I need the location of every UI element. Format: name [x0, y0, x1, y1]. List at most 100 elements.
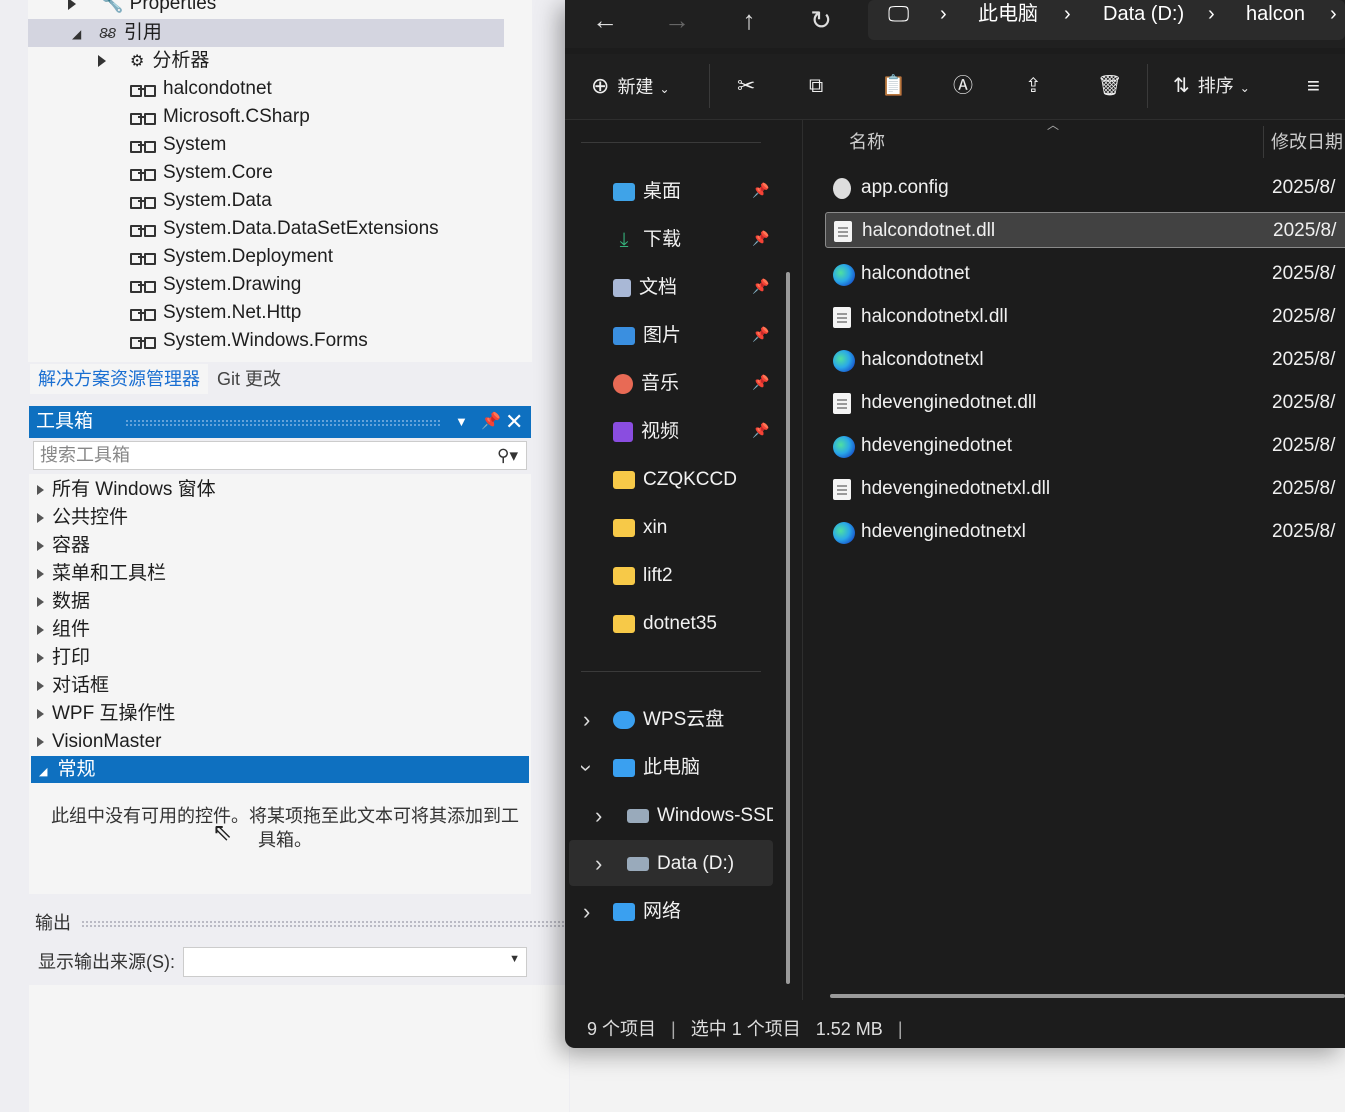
file-row[interactable]: hdevenginedotnet.dll 2025/8/ [825, 385, 1345, 421]
search-icon[interactable]: ⚲▾ [497, 442, 518, 469]
toolbox-category-selected[interactable]: ◢ 常规 [31, 756, 529, 783]
command-bar: ⊕ 新建 ⌄ ✂ ⧉ 📋 Ⓐ ⇪ 🗑 ⇅ 排序 ⌄ ≡ [565, 54, 1345, 120]
share-icon[interactable]: ⇪ [1025, 68, 1042, 104]
file-row[interactable]: hdevenginedotnetxl 2025/8/ [825, 514, 1345, 550]
tree-item-reference[interactable]: System.Data.DataSetExtensions [130, 215, 439, 243]
expand-arrow-icon[interactable] [68, 0, 76, 10]
toolbox-category[interactable]: 数据 [37, 588, 90, 616]
file-row[interactable]: halcondotnet 2025/8/ [825, 256, 1345, 292]
sidebar-item-documents[interactable]: 文档 [613, 270, 677, 306]
pin-icon[interactable]: 📌 [752, 182, 769, 199]
toolbox-category[interactable]: 打印 [37, 644, 90, 672]
toolbox-search-input[interactable]: 搜索工具箱 ⚲▾ [33, 441, 527, 470]
pin-icon[interactable]: 📌 [752, 278, 769, 295]
sidebar-item-pictures[interactable]: 图片 [613, 318, 681, 354]
tree-item-reference[interactable]: System.Deployment [130, 243, 333, 271]
new-button[interactable]: ⊕ 新建 ⌄ [591, 68, 670, 104]
analyzer-icon: ⚙ [130, 53, 145, 70]
delete-icon[interactable]: 🗑 [1097, 68, 1122, 104]
tree-item-analyzers[interactable]: ⚙ 分析器 [98, 47, 209, 75]
close-icon[interactable]: ✕ [505, 406, 523, 438]
refresh-icon[interactable]: ↻ [801, 0, 841, 40]
pin-icon[interactable]: 📌 [752, 230, 769, 247]
tree-item-reference[interactable]: System.Core [130, 159, 273, 187]
navigation-pane-scrollbar[interactable] [786, 272, 790, 984]
assembly-reference-icon [130, 111, 156, 125]
chevron-right-icon[interactable]: › [583, 894, 590, 930]
rename-icon[interactable]: Ⓐ [953, 68, 973, 104]
solution-explorer-tree: 🔧 Properties ◢ 8̶8 引用 ⚙ 分析器 halcondotnet Mic… [28, 0, 532, 362]
breadcrumb[interactable]: Data (D:) [1103, 0, 1184, 28]
file-row[interactable]: hdevenginedotnetxl.dll 2025/8/ [825, 471, 1345, 507]
sidebar-item-folder[interactable]: lift2 [613, 558, 673, 594]
file-row[interactable]: hdevenginedotnet 2025/8/ [825, 428, 1345, 464]
breadcrumb[interactable]: 此电脑 [978, 0, 1038, 28]
collapse-arrow-icon[interactable]: ◢ [72, 27, 81, 41]
tree-item-properties[interactable]: 🔧 Properties [68, 0, 216, 18]
folder-icon [613, 470, 635, 489]
column-header-modified[interactable]: 修改日期 [1271, 128, 1343, 154]
expand-arrow-icon[interactable] [98, 54, 106, 67]
output-source-select[interactable]: ▼ [183, 947, 527, 977]
file-row[interactable]: app.config 2025/8/ [825, 170, 1345, 206]
sidebar-item-windows-ssd[interactable]: Windows-SSD [627, 798, 773, 834]
file-list-scrollbar[interactable] [830, 994, 1345, 998]
sidebar-item-network[interactable]: 网络 [613, 894, 681, 930]
sidebar-item-folder[interactable]: dotnet35 [613, 606, 717, 642]
tree-item-reference[interactable]: System.Net.Http [130, 299, 301, 327]
column-header-name[interactable]: 名称 [849, 128, 885, 154]
tree-item-reference[interactable]: Microsoft.CSharp [130, 103, 310, 131]
sidebar-item-desktop[interactable]: 桌面 [613, 174, 681, 210]
pin-icon[interactable]: 📌 [481, 406, 501, 438]
tree-item-references[interactable]: ◢ 8̶8 引用 [28, 19, 504, 47]
file-row[interactable]: halcondotnetxl 2025/8/ [825, 342, 1345, 378]
chevron-down-icon[interactable]: › [569, 764, 605, 771]
back-icon[interactable]: ← [585, 0, 625, 40]
sidebar-item-this-pc[interactable]: 此电脑 [613, 750, 700, 786]
toolbox-category[interactable]: 容器 [37, 532, 90, 560]
sidebar-item-folder[interactable]: CZQKCCD [613, 462, 737, 498]
sidebar-item-downloads[interactable]: ⤓ 下载 [613, 222, 681, 258]
tree-item-reference[interactable]: System.Drawing [130, 271, 301, 299]
tree-item-reference[interactable]: halcondotnet [130, 75, 272, 103]
toolbox-category[interactable]: 组件 [37, 616, 90, 644]
view-menu-icon[interactable]: ≡ [1307, 68, 1320, 104]
file-row[interactable]: halcondotnetxl.dll 2025/8/ [825, 299, 1345, 335]
pin-icon[interactable]: 📌 [752, 326, 769, 343]
toolbox-category[interactable]: WPF 互操作性 [37, 700, 176, 728]
copy-icon[interactable]: ⧉ [809, 68, 823, 104]
paste-icon[interactable]: 📋 [881, 68, 906, 104]
chevron-right-icon[interactable]: › [583, 702, 590, 738]
toolbox-category[interactable]: 所有 Windows 窗体 [37, 476, 216, 504]
toolbox-category[interactable]: VisionMaster [37, 728, 161, 756]
forward-icon[interactable]: → [657, 0, 697, 40]
sidebar-item-folder[interactable]: xin [613, 510, 667, 546]
address-bar[interactable]: 🖵 › 此电脑 › Data (D:) › halcon › [868, 0, 1345, 40]
toolbox-category[interactable]: 菜单和工具栏 [37, 560, 166, 588]
toolbox-category[interactable]: 公共控件 [37, 504, 128, 532]
tree-item-reference[interactable]: System [130, 131, 226, 159]
chevron-right-icon[interactable]: › [595, 846, 602, 882]
dropdown-arrow-icon[interactable]: ▼ [455, 406, 468, 438]
up-icon[interactable]: ↑ [729, 0, 769, 40]
toolbox-category[interactable]: 对话框 [37, 672, 109, 700]
sidebar-item-music[interactable]: 音乐 [613, 366, 679, 402]
pin-icon[interactable]: 📌 [752, 422, 769, 439]
tab-solution-explorer[interactable]: 解决方案资源管理器 [30, 364, 208, 394]
tree-item-reference[interactable]: System.Data [130, 187, 272, 215]
sidebar-item-wps-cloud[interactable]: WPS云盘 [613, 702, 724, 738]
output-header: 输出 [29, 908, 569, 938]
file-row-selected[interactable]: halcondotnet.dll 2025/8/ [825, 212, 1345, 248]
toolbox-body: 所有 Windows 窗体 公共控件 容器 菜单和工具栏 数据 组件 打印 对话… [29, 474, 531, 894]
column-divider[interactable] [1263, 126, 1264, 158]
cut-icon[interactable]: ✂ [737, 68, 755, 104]
sidebar-item-data-drive[interactable]: Data (D:) [627, 846, 734, 882]
sidebar-item-videos[interactable]: 视频 [613, 414, 679, 450]
tree-item-reference[interactable]: System.Windows.Forms [130, 327, 368, 355]
chevron-right-icon[interactable]: › [595, 798, 602, 834]
sort-button[interactable]: ⇅ 排序 ⌄ [1173, 68, 1250, 104]
breadcrumb[interactable]: halcon [1246, 0, 1305, 28]
pin-icon[interactable]: 📌 [752, 374, 769, 391]
header-grip [125, 419, 441, 426]
tab-git-changes[interactable]: Git 更改 [209, 364, 289, 394]
